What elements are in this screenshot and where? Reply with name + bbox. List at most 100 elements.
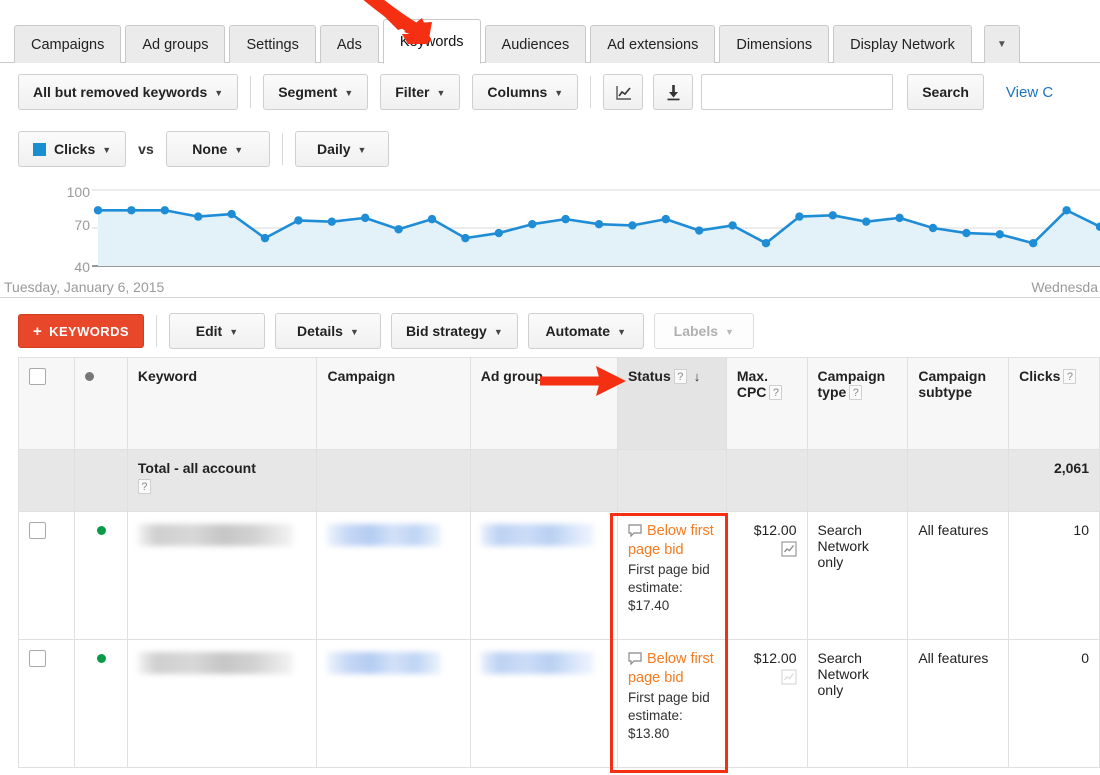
edit-dropdown[interactable]: Edit ▼: [169, 313, 265, 349]
chart-data-point[interactable]: [962, 229, 970, 237]
chart-data-point[interactable]: [428, 215, 436, 223]
row-status-cell[interactable]: Below first page bidFirst page bid estim…: [617, 640, 726, 768]
help-icon[interactable]: ?: [1063, 369, 1076, 384]
chart-data-point[interactable]: [94, 206, 102, 214]
chart-data-point[interactable]: [394, 225, 402, 233]
bid-simulator-icon[interactable]: [781, 541, 797, 557]
column-header-status-dot[interactable]: [75, 358, 127, 450]
row-status-dot-cell[interactable]: [75, 640, 127, 768]
chart-data-point[interactable]: [127, 206, 135, 214]
row-maxcpc-cell[interactable]: $12.00: [726, 640, 807, 768]
chart-data-point[interactable]: [1029, 239, 1037, 247]
labels-dropdown[interactable]: Labels ▼: [654, 313, 754, 349]
tab-ad-extensions[interactable]: Ad extensions: [590, 25, 715, 63]
details-dropdown[interactable]: Details ▼: [275, 313, 381, 349]
chart-data-point[interactable]: [728, 221, 736, 229]
chart-data-point[interactable]: [895, 214, 903, 222]
primary-metric-dropdown[interactable]: Clicks ▼: [18, 131, 126, 167]
secondary-metric-dropdown[interactable]: None ▼: [166, 131, 270, 167]
chart-data-point[interactable]: [328, 217, 336, 225]
column-header-campaign[interactable]: Campaign: [317, 358, 470, 450]
chart-data-point[interactable]: [528, 220, 536, 228]
row-status-dot-cell[interactable]: [75, 512, 127, 640]
table-row[interactable]: Below first page bidFirst page bid estim…: [19, 640, 1100, 768]
chart-data-point[interactable]: [628, 221, 636, 229]
download-button[interactable]: [653, 74, 693, 110]
row-campaign-cell[interactable]: [317, 512, 470, 640]
chart-data-point[interactable]: [194, 212, 202, 220]
row-campaign-cell[interactable]: [317, 640, 470, 768]
chart-data-point[interactable]: [662, 215, 670, 223]
search-input[interactable]: [702, 75, 892, 109]
chart-data-point[interactable]: [795, 212, 803, 220]
chart-data-point[interactable]: [862, 217, 870, 225]
filter-dropdown[interactable]: Filter ▼: [380, 74, 460, 110]
chart-data-point[interactable]: [762, 239, 770, 247]
row-keyword-cell[interactable]: [127, 512, 317, 640]
tab-settings[interactable]: Settings: [229, 25, 315, 63]
search-input-wrapper[interactable]: [701, 74, 893, 110]
help-icon[interactable]: ?: [849, 385, 862, 400]
chart-data-point[interactable]: [929, 224, 937, 232]
chart-data-point[interactable]: [161, 206, 169, 214]
chart-data-point[interactable]: [595, 220, 603, 228]
help-icon[interactable]: ?: [769, 385, 782, 400]
chart-data-point[interactable]: [695, 226, 703, 234]
chart-data-point[interactable]: [996, 230, 1004, 238]
column-header-campaign-subtype[interactable]: Campaign subtype: [908, 358, 1009, 450]
segment-label: Segment: [278, 84, 337, 100]
row-adgroup-cell[interactable]: [470, 512, 617, 640]
tab-campaigns[interactable]: Campaigns: [14, 25, 121, 63]
row-checkbox[interactable]: [29, 650, 46, 667]
view-change-history-link[interactable]: View C: [1006, 84, 1053, 101]
select-all-checkbox[interactable]: [29, 368, 46, 385]
column-header-keyword[interactable]: Keyword: [127, 358, 317, 450]
granularity-dropdown[interactable]: Daily ▼: [295, 131, 389, 167]
row-checkbox[interactable]: [29, 522, 46, 539]
chart-data-point[interactable]: [461, 234, 469, 242]
chart-data-point[interactable]: [1062, 206, 1070, 214]
keyword-filter-dropdown[interactable]: All but removed keywords ▼: [18, 74, 238, 110]
help-icon[interactable]: ?: [138, 479, 151, 494]
tab-audiences[interactable]: Audiences: [485, 25, 587, 63]
chevron-down-icon: ▼: [344, 88, 353, 98]
column-header-ad-group[interactable]: Ad group: [470, 358, 617, 450]
column-header-checkbox[interactable]: [19, 358, 75, 450]
row-maxcpc-cell[interactable]: $12.00: [726, 512, 807, 640]
sort-descending-icon[interactable]: ↓: [694, 369, 701, 384]
bid-simulator-icon[interactable]: [781, 669, 797, 685]
row-checkbox-cell[interactable]: [19, 512, 75, 640]
chart-data-point[interactable]: [294, 216, 302, 224]
tab-dimensions[interactable]: Dimensions: [719, 25, 829, 63]
table-row[interactable]: Below first page bidFirst page bid estim…: [19, 512, 1100, 640]
chart-toggle-button[interactable]: [603, 74, 643, 110]
tab-ads[interactable]: Ads: [320, 25, 379, 63]
toolbar-divider-2: [590, 76, 591, 108]
column-header-status[interactable]: Status?↓: [617, 358, 726, 450]
row-keyword-cell[interactable]: [127, 640, 317, 768]
segment-dropdown[interactable]: Segment ▼: [263, 74, 368, 110]
chart-data-point[interactable]: [495, 229, 503, 237]
tab-keywords[interactable]: Keywords: [383, 19, 481, 64]
help-icon[interactable]: ?: [674, 369, 687, 384]
columns-dropdown[interactable]: Columns ▼: [472, 74, 578, 110]
chart-data-point[interactable]: [227, 210, 235, 218]
chart-data-point[interactable]: [361, 214, 369, 222]
bid-strategy-dropdown[interactable]: Bid strategy ▼: [391, 313, 518, 349]
search-button[interactable]: Search: [907, 74, 984, 110]
tab-ad-groups[interactable]: Ad groups: [125, 25, 225, 63]
chart-data-point[interactable]: [261, 234, 269, 242]
performance-chart[interactable]: 100 70 40 Tuesday, January 6, 2015 Wedne…: [0, 174, 1100, 298]
chart-data-point[interactable]: [561, 215, 569, 223]
chart-data-point[interactable]: [829, 211, 837, 219]
column-header-max-cpc[interactable]: Max. CPC?: [726, 358, 807, 450]
row-adgroup-cell[interactable]: [470, 640, 617, 768]
add-keywords-button[interactable]: + KEYWORDS: [18, 314, 144, 348]
column-header-campaign-type[interactable]: Campaign type?: [807, 358, 908, 450]
tab-overflow-button[interactable]: ▼: [984, 25, 1020, 63]
tab-display-network[interactable]: Display Network: [833, 25, 972, 63]
row-status-cell[interactable]: Below first page bidFirst page bid estim…: [617, 512, 726, 640]
column-header-clicks[interactable]: Clicks?: [1009, 358, 1100, 450]
row-checkbox-cell[interactable]: [19, 640, 75, 768]
automate-dropdown[interactable]: Automate ▼: [528, 313, 644, 349]
